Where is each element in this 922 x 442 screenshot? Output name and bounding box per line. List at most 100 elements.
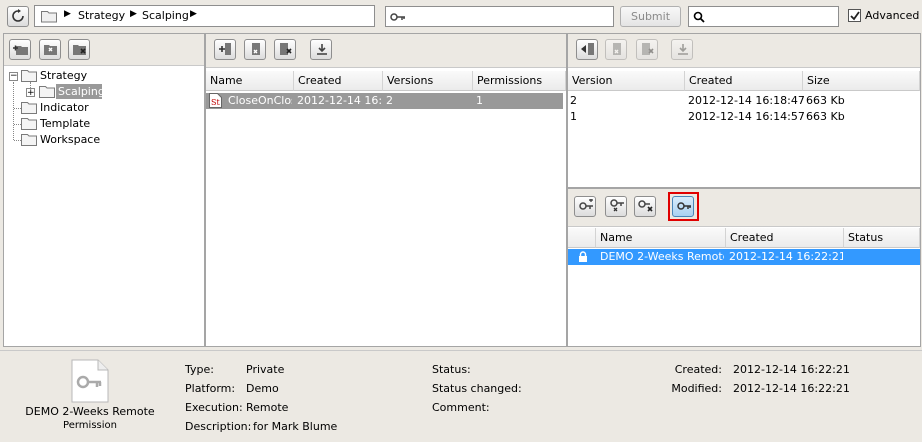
edit-key-icon [610,199,624,212]
version-created: 2012-12-14 16:18:47 [688,94,805,107]
advanced-label[interactable]: Advanced [865,9,919,22]
permission-created: 2012-12-14 16:22:21 [729,250,843,263]
download-file-button[interactable] [310,39,332,60]
refresh-icon [12,9,24,22]
download-icon [317,44,327,55]
detail-created-value: 2012-12-14 16:22:21 [733,363,850,376]
restore-version-icon [581,43,594,55]
detail-type-value: Private [246,363,285,376]
svg-text:St: St [211,98,220,107]
tree-item-strategy[interactable]: Strategy [40,68,87,83]
submit-label: Submit [630,10,671,23]
detail-platform-label: Platform: [185,382,236,395]
details-subtitle: Permission [63,420,117,431]
detail-created-label: Created: [674,363,722,376]
permissions-col-name[interactable]: Name [596,228,726,248]
file-name: CloseOnClose [228,94,292,107]
tree-line [13,82,14,140]
tree-item-scalping[interactable]: Scalping [58,84,105,99]
permission-document-icon [71,359,109,403]
file-permissions: 1 [476,94,483,107]
restore-version-button[interactable] [576,39,598,60]
folder-icon [41,11,57,23]
tree-toolbar [4,34,204,66]
delete-folder-icon [73,45,86,55]
version-number[interactable]: 2 [570,93,577,109]
files-col-created[interactable]: Created [294,71,383,91]
delete-file-icon [280,43,292,55]
detail-comment-label: Comment: [432,401,490,414]
detail-description-value: for Mark Blume [253,420,338,433]
submit-button[interactable]: Submit [620,6,681,27]
tree-item-template[interactable]: Template [40,116,90,131]
edit-version-button[interactable] [605,39,627,60]
detail-description-label: Description: [185,420,252,433]
edit-folder-button[interactable] [39,39,61,60]
checkmark-icon [850,11,860,21]
tree-item-workspace[interactable]: Workspace [40,132,100,147]
detail-platform-value: Demo [246,382,279,395]
edit-file-icon [252,43,260,55]
download-icon [678,44,688,55]
file-versions: 2 [386,94,393,107]
expand-toggle-icon[interactable]: + [26,88,35,98]
breadcrumb-arrow-icon: ▶ [64,9,71,19]
search-icon [693,11,705,23]
add-folder-icon [13,45,28,55]
refresh-button[interactable] [7,6,29,27]
search-input[interactable] [688,6,839,27]
permission-status [847,249,917,265]
new-folder-button[interactable] [9,39,31,60]
advanced-checkbox[interactable] [848,9,861,22]
edit-version-icon [613,43,621,55]
breadcrumb[interactable]: ▶ Strategy ▶ Scalping ▶ [34,5,375,27]
breadcrumb-arrow-icon: ▶ [190,9,197,19]
permissions-col-created[interactable]: Created [726,228,844,248]
folder-icon [21,118,37,130]
detail-execution-label: Execution: [185,401,243,414]
strategy-file-icon: St [209,93,222,108]
version-size: 663 Kb [806,94,845,107]
detail-status-label: Status: [432,363,471,376]
files-col-versions[interactable]: Versions [383,71,473,91]
version-number[interactable]: 1 [570,109,577,125]
files-col-permissions[interactable]: Permissions [473,71,566,91]
folder-icon [21,134,37,146]
permission-key-button[interactable] [672,196,694,217]
delete-key-icon [638,200,653,212]
file-created: 2012-12-14 16:1‹ [297,94,381,107]
breadcrumb-item-scalping[interactable]: Scalping [142,9,189,22]
add-file-button[interactable] [214,39,236,60]
versions-col-size[interactable]: Size [803,71,920,91]
detail-execution-value: Remote [246,401,289,414]
add-file-icon [219,43,231,55]
collapse-toggle-icon[interactable]: − [9,72,18,81]
detail-status-changed-label: Status changed: [432,382,522,395]
details-title: DEMO 2-Weeks Remote [25,405,155,418]
permissions-col-status[interactable]: Status [844,228,920,248]
breadcrumb-item-strategy[interactable]: Strategy [78,9,125,22]
detail-modified-value: 2012-12-14 16:22:21 [733,382,850,395]
delete-folder-button[interactable] [68,39,90,60]
folder-open-icon [21,70,37,82]
permissions-col-icon [568,228,596,248]
key-icon [677,202,691,210]
edit-permission-button[interactable] [605,196,627,217]
delete-file-button[interactable] [274,39,296,60]
delete-permission-button[interactable] [634,196,656,217]
permission-name: DEMO 2-Weeks Remote [600,250,724,263]
add-permission-button[interactable] [574,196,596,217]
download-version-button[interactable] [671,39,693,60]
folder-icon [39,86,55,98]
version-size: 663 Kb [806,110,845,123]
version-created: 2012-12-14 16:14:57 [688,110,805,123]
versions-col-version[interactable]: Version [568,71,685,91]
breadcrumb-arrow-icon: ▶ [130,9,137,19]
tree-item-indicator[interactable]: Indicator [40,100,89,115]
key-input[interactable] [385,6,614,27]
files-col-name[interactable]: Name [206,71,294,91]
detail-modified-label: Modified: [671,382,722,395]
edit-file-button[interactable] [244,39,266,60]
delete-version-button[interactable] [636,39,658,60]
versions-col-created[interactable]: Created [685,71,803,91]
